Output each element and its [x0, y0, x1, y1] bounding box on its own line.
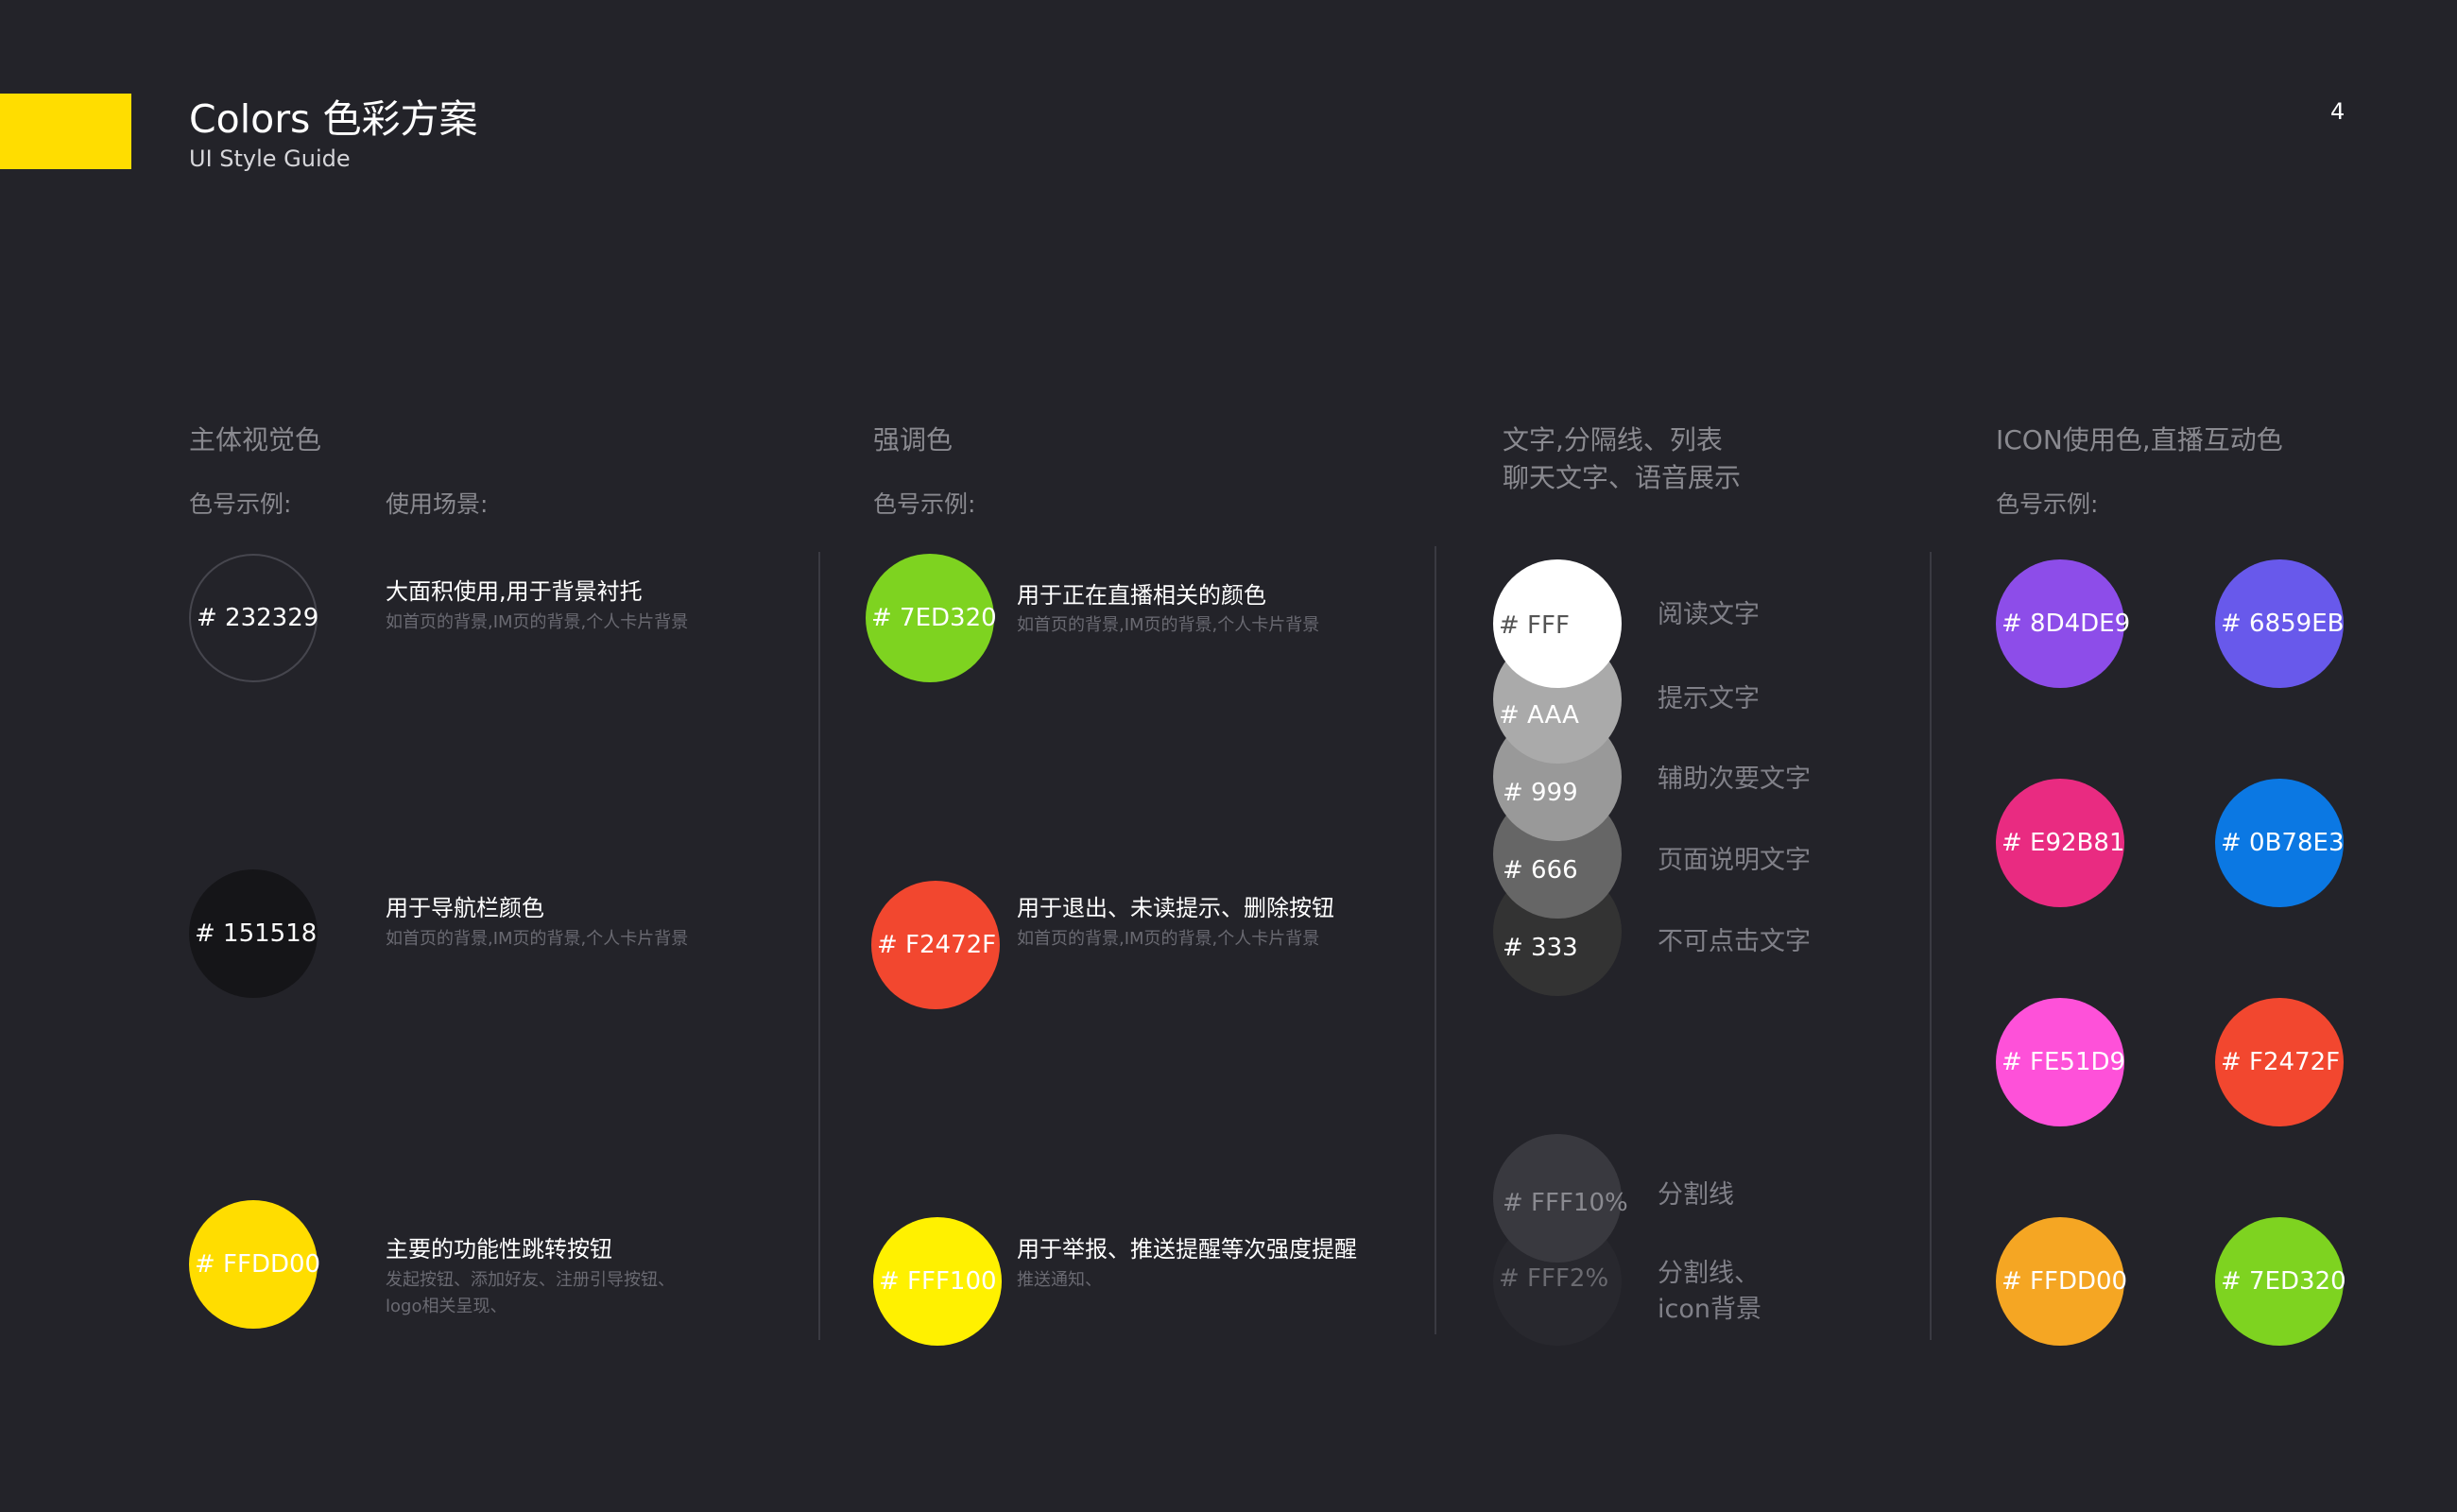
icon-example-label: 色号示例: — [1996, 490, 2099, 518]
usage-title: 用于正在直播相关的颜色 — [1017, 582, 1266, 609]
color-code: # 999 — [1503, 779, 1578, 807]
accent-heading: 强调色 — [873, 424, 954, 455]
usage-title: 用于举报、推送提醒等次强度提醒 — [1017, 1236, 1357, 1263]
color-code: # FFF100 — [879, 1267, 997, 1296]
color-code: # 6859EB — [2221, 610, 2345, 638]
text-heading-line2: 聊天文字、语音展示 — [1503, 462, 1742, 493]
swatch-7ed320: # 7ED320 — [866, 554, 997, 682]
color-code: # E92B81 — [2002, 829, 2125, 857]
text-role-label: 提示文字 — [1658, 684, 1760, 713]
text-role-label: 阅读文字 — [1658, 600, 1760, 629]
icon-heading: ICON使用色,直播互动色 — [1996, 424, 2283, 455]
swatch-fe51d9: # FE51D9 — [1996, 998, 2126, 1126]
column-divider — [1930, 552, 1932, 1340]
usage-desc: logo相关呈现、 — [386, 1297, 507, 1316]
usage-title: 用于导航栏颜色 — [386, 895, 544, 921]
usage-desc: 推送通知、 — [1017, 1270, 1102, 1290]
color-code: # AAA — [1499, 701, 1579, 730]
color-code: # 7ED320 — [871, 604, 997, 632]
swatch-f2472f-icon: # F2472F — [2215, 998, 2344, 1126]
swatch-232329: # 232329 — [189, 554, 318, 682]
usage-desc: 发起按钮、添加好友、注册引导按钮、 — [386, 1270, 675, 1290]
color-code: # 7ED320 — [2221, 1267, 2346, 1296]
divider-role-label: 分割线、 — [1658, 1259, 1760, 1288]
text-role-label: 辅助次要文字 — [1658, 765, 1811, 794]
usage-desc: 如首页的背景,IM页的背景,个人卡片背景 — [386, 612, 689, 632]
color-code: # FFF10% — [1503, 1189, 1628, 1217]
primary-heading: 主体视觉色 — [189, 424, 322, 455]
swatch-fff100: # FFF100 — [873, 1217, 1002, 1346]
usage-title: 用于退出、未读提示、删除按钮 — [1017, 895, 1334, 921]
text-role-label: 不可点击文字 — [1658, 927, 1811, 956]
usage-desc: 如首页的背景,IM页的背景,个人卡片背景 — [386, 929, 689, 949]
accent-example-label: 色号示例: — [873, 490, 976, 518]
color-code: # 666 — [1503, 856, 1578, 885]
swatch-7ed320-icon: # 7ED320 — [2215, 1217, 2346, 1346]
primary-usage-label: 使用场景: — [386, 490, 489, 518]
color-code: # F2472F — [2221, 1048, 2341, 1076]
text-heading: 文字,分隔线、列表 — [1503, 424, 1723, 455]
swatch-8d4de9: # 8D4DE9 — [1996, 559, 2130, 688]
color-code: # 232329 — [197, 604, 319, 632]
color-code: # FE51D9 — [2002, 1048, 2126, 1076]
color-code: # 151518 — [195, 919, 318, 948]
divider-role-label: 分割线 — [1658, 1180, 1734, 1210]
color-code: # 8D4DE9 — [2002, 610, 2131, 638]
accent-bar — [0, 94, 131, 169]
swatch-0b78e3: # 0B78E3 — [2215, 779, 2344, 907]
color-code: # FFF2% — [1499, 1264, 1609, 1293]
primary-example-label: 色号示例: — [189, 490, 292, 518]
usage-title: 大面积使用,用于背景衬托 — [386, 578, 643, 605]
swatch-151518: # 151518 — [189, 869, 318, 998]
text-role-label: 页面说明文字 — [1658, 846, 1811, 875]
usage-title: 主要的功能性跳转按钮 — [386, 1236, 612, 1263]
swatch-ffdd00-icon: # FFDD00 — [1996, 1217, 2128, 1346]
page-subtitle: UI Style Guide — [189, 146, 351, 172]
divider-role-label: icon背景 — [1658, 1295, 1761, 1324]
swatch-fff: # FFF — [1493, 559, 1622, 688]
column-divider — [1435, 546, 1436, 1334]
swatch-f2472f: # F2472F — [871, 881, 1000, 1009]
color-code: # 0B78E3 — [2221, 829, 2345, 857]
color-code: # 333 — [1503, 934, 1578, 962]
page-title: Colors 色彩方案 — [189, 96, 478, 142]
page-number: 4 — [2330, 98, 2345, 125]
swatch-ffdd00: # FFDD00 — [189, 1200, 321, 1329]
color-code: # FFDD00 — [2002, 1267, 2128, 1296]
swatch-6859eb: # 6859EB — [2215, 559, 2344, 688]
usage-desc: 如首页的背景,IM页的背景,个人卡片背景 — [1017, 929, 1320, 949]
swatch-fff10: # FFF10% — [1493, 1134, 1628, 1263]
color-code: # FFDD00 — [195, 1250, 321, 1279]
color-code: # FFF — [1499, 611, 1570, 640]
swatch-e92b81: # E92B81 — [1996, 779, 2124, 907]
column-divider — [818, 552, 820, 1340]
color-code: # F2472F — [877, 931, 997, 959]
usage-desc: 如首页的背景,IM页的背景,个人卡片背景 — [1017, 615, 1320, 635]
